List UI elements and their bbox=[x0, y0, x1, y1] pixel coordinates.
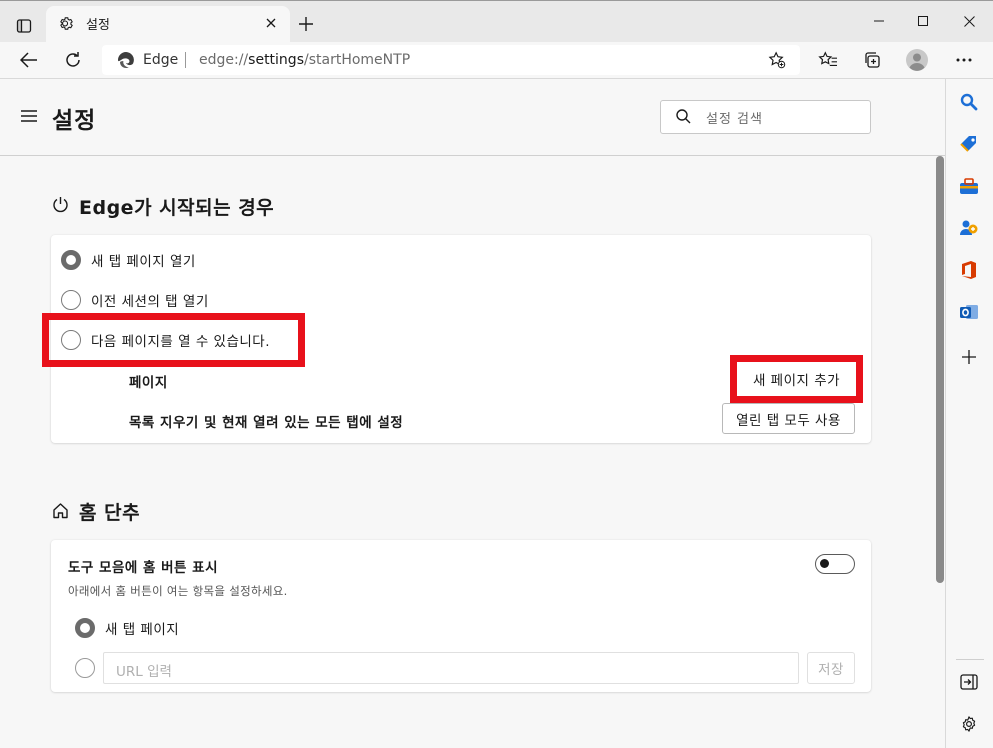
tab-actions-icon[interactable] bbox=[10, 12, 38, 40]
hamburger-menu-icon[interactable] bbox=[20, 109, 38, 125]
url-input[interactable]: URL 입력 bbox=[103, 652, 799, 684]
sidebar-office-icon[interactable] bbox=[955, 256, 983, 284]
radio-new-tab[interactable] bbox=[61, 250, 81, 270]
scrollbar-thumb[interactable] bbox=[936, 156, 944, 583]
sidebar-add-icon[interactable] bbox=[955, 343, 983, 371]
add-favorite-icon[interactable] bbox=[761, 45, 793, 75]
add-new-page-button[interactable]: 새 페이지 추가 bbox=[740, 364, 853, 394]
search-placeholder: 설정 검색 bbox=[706, 112, 763, 127]
home-option-new-tab[interactable]: 새 탭 페이지 bbox=[75, 618, 179, 638]
sidebar-tools-icon[interactable] bbox=[955, 172, 983, 200]
address-divider bbox=[185, 52, 186, 68]
startup-option-previous-session[interactable]: 이전 세션의 탭 열기 bbox=[61, 290, 209, 310]
sidebar-shopping-tag-icon[interactable] bbox=[955, 130, 983, 158]
toggle-knob bbox=[820, 559, 829, 568]
url-host: settings bbox=[248, 52, 304, 68]
url-path: /startHomeNTP bbox=[304, 52, 411, 68]
sidebar-divider bbox=[956, 659, 984, 660]
settings-search-input[interactable] bbox=[660, 100, 871, 134]
clear-and-set-label: 목록 지우기 및 현재 열려 있는 모든 탭에 설정 bbox=[129, 415, 404, 431]
page-title: 설정 bbox=[52, 108, 97, 134]
radio-specific-pages[interactable] bbox=[61, 330, 81, 350]
gear-icon bbox=[58, 15, 75, 32]
url-input-placeholder: URL 입력 bbox=[116, 664, 172, 680]
home-section-title: 홈 단추 bbox=[79, 502, 141, 524]
pages-label: 페이지 bbox=[129, 375, 168, 391]
sidebar-games-icon[interactable] bbox=[955, 214, 983, 242]
address-url: edge://settings/startHomeNTP bbox=[199, 52, 410, 68]
minimize-button[interactable] bbox=[856, 0, 902, 42]
startup-option-specific-pages[interactable]: 다음 페이지를 열 수 있습니다. bbox=[61, 330, 270, 350]
refresh-icon[interactable] bbox=[57, 45, 89, 75]
close-tab-icon[interactable] bbox=[262, 14, 280, 32]
home-description: 아래에서 홈 버튼이 여는 항목을 설정하세요. bbox=[68, 584, 288, 598]
close-window-button[interactable] bbox=[946, 0, 992, 42]
address-site-label: Edge bbox=[143, 52, 179, 68]
use-all-open-tabs-button[interactable]: 열린 탭 모두 사용 bbox=[722, 403, 855, 434]
sidebar-search-icon[interactable] bbox=[955, 88, 983, 116]
startup-option-new-tab[interactable]: 새 탭 페이지 열기 bbox=[61, 250, 196, 270]
new-tab-icon[interactable] bbox=[294, 12, 318, 36]
search-icon bbox=[676, 109, 691, 124]
option-label: 새 탭 페이지 열기 bbox=[91, 254, 196, 270]
startup-section-title: Edge가 시작되는 경우 bbox=[79, 197, 275, 219]
sidebar-settings-gear-icon[interactable] bbox=[955, 710, 983, 738]
home-button-toggle[interactable] bbox=[815, 554, 855, 574]
radio-previous-session[interactable] bbox=[61, 290, 81, 310]
more-menu-icon[interactable] bbox=[948, 45, 980, 75]
home-icon bbox=[52, 502, 69, 519]
radio-home-new-tab[interactable] bbox=[75, 618, 95, 638]
option-label: 새 탭 페이지 bbox=[105, 622, 180, 638]
radio-home-url[interactable] bbox=[75, 658, 95, 678]
favorites-icon[interactable] bbox=[812, 45, 844, 75]
show-home-button-label: 도구 모음에 홈 버튼 표시 bbox=[68, 560, 218, 576]
save-button[interactable]: 저장 bbox=[807, 652, 855, 684]
sidebar-hide-icon[interactable] bbox=[955, 668, 983, 696]
edge-logo-icon bbox=[117, 51, 135, 69]
sidebar-outlook-icon[interactable] bbox=[955, 298, 983, 326]
maximize-button[interactable] bbox=[900, 0, 946, 42]
back-icon[interactable] bbox=[13, 45, 45, 75]
option-label: 다음 페이지를 열 수 있습니다. bbox=[91, 334, 270, 350]
profile-avatar[interactable] bbox=[901, 45, 933, 75]
power-icon bbox=[52, 196, 69, 213]
option-label: 이전 세션의 탭 열기 bbox=[91, 294, 209, 310]
tab-title: 설정 bbox=[86, 18, 110, 33]
collections-icon[interactable] bbox=[856, 45, 888, 75]
url-scheme: edge:// bbox=[199, 52, 249, 68]
tab-settings[interactable] bbox=[46, 6, 290, 42]
